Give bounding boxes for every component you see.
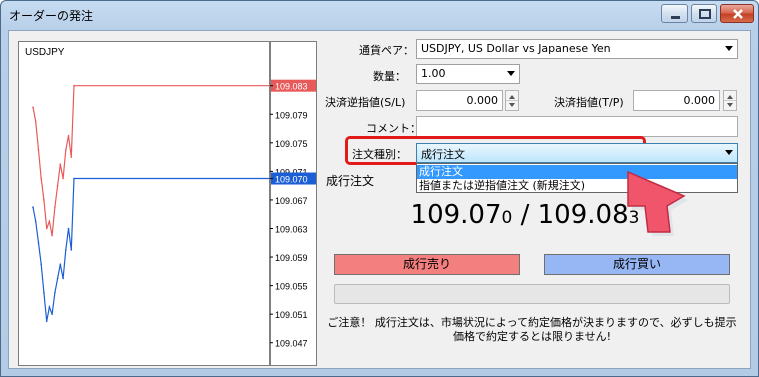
window-title: オーダーの発注 <box>9 9 94 23</box>
tick-label: 109.055 <box>275 282 308 292</box>
tick-chart-svg: USDJPY109.083109.079109.075109.071109.07… <box>25 42 316 365</box>
chevron-down-icon <box>725 150 733 155</box>
tick-label: 109.070 <box>275 175 308 185</box>
ordertype-value: 成行注文 <box>421 148 465 161</box>
data-point <box>59 263 62 265</box>
ordertype-option-market[interactable]: 成行注文 <box>417 165 737 179</box>
tick-chart: USDJPY 109.083 109.079 109.075 109.071 109.07… <box>18 41 317 366</box>
data-point <box>73 177 75 180</box>
volume-label: 数量： <box>373 70 406 83</box>
tp-label: 決済指値(T/P) <box>554 96 624 109</box>
data-point <box>56 184 59 187</box>
close-icon <box>733 9 743 19</box>
close-button[interactable] <box>720 4 754 23</box>
data-point <box>67 134 70 137</box>
data-point <box>62 277 64 280</box>
data-point <box>45 320 48 323</box>
data-point <box>34 120 37 123</box>
maximize-button[interactable] <box>691 4 717 23</box>
chart-symbol-label: USDJPY <box>25 47 65 58</box>
data-point <box>51 234 53 237</box>
tick-label: 109.051 <box>275 310 308 320</box>
data-point <box>73 84 75 87</box>
symbol-value: USDJPY, US Dollar vs Japanese Yen <box>421 42 611 55</box>
notice-line-1: ご注意！ 成行注文は、市場状況によって約定価格が決まりますので、必ずしも提示 <box>327 316 737 329</box>
market-buy-button[interactable]: 成行買い <box>544 254 730 275</box>
data-point <box>43 199 45 201</box>
notice-text: ご注意！ 成行注文は、市場状況によって約定価格が決まりますので、必ずしも提示 価… <box>320 316 744 344</box>
comment-input[interactable] <box>416 116 738 137</box>
data-point <box>65 249 67 251</box>
spin-down-icon <box>727 103 733 107</box>
tick-label: 109.047 <box>275 339 308 349</box>
chevron-down-icon <box>507 71 515 76</box>
series-line-bid <box>32 177 270 322</box>
data-point <box>34 220 37 223</box>
price-separator: / <box>512 200 538 230</box>
data-point <box>32 206 34 208</box>
tick-label: 109.083 <box>275 82 308 92</box>
sl-input[interactable]: 0.000 <box>416 90 503 111</box>
spin-up-icon <box>509 95 515 99</box>
tp-input[interactable]: 0.000 <box>633 90 720 111</box>
ordertype-option-pending[interactable]: 指値または逆指値注文 (新規注文) <box>417 179 737 193</box>
data-point <box>59 163 62 166</box>
data-point <box>54 206 56 208</box>
spin-down-icon <box>509 103 515 107</box>
tick-label: 109.067 <box>275 196 308 206</box>
data-point <box>67 227 70 230</box>
sl-label: 決済逆指値(S/L) <box>325 96 406 109</box>
minimize-button[interactable] <box>661 4 688 23</box>
data-point <box>48 306 51 308</box>
volume-value: 1.00 <box>421 67 446 80</box>
tp-spinner[interactable] <box>723 90 737 111</box>
notice-line-2: 価格で約定するとは限りません! <box>452 330 612 343</box>
data-point <box>70 156 73 158</box>
minimize-icon <box>671 16 680 19</box>
data-point <box>40 177 42 180</box>
data-point <box>43 291 45 294</box>
spin-up-icon <box>727 95 733 99</box>
volume-select[interactable]: 1.00 <box>416 64 520 84</box>
series-line-ask <box>32 85 270 236</box>
tick-label: 109.063 <box>275 224 308 234</box>
tick-label: 109.079 <box>275 110 308 120</box>
ordertype-label: 注文種別： <box>352 148 407 161</box>
data-point <box>40 263 42 265</box>
data-point <box>70 249 73 251</box>
title-bar[interactable]: オーダーの発注 <box>1 1 758 29</box>
data-point <box>32 106 34 108</box>
tick-label: 109.075 <box>275 139 308 149</box>
section-title: 成行注文 <box>326 174 375 188</box>
ordertype-dropdown: 成行注文 指値または逆指値注文 (新規注文) <box>416 163 738 193</box>
chevron-down-icon <box>725 46 733 51</box>
sl-spinner[interactable] <box>505 90 519 111</box>
data-point <box>37 241 40 244</box>
ask-price: 109.083 <box>537 200 640 230</box>
data-point <box>48 220 51 223</box>
status-bar <box>334 284 730 304</box>
data-point <box>65 149 67 151</box>
comment-label: コメント： <box>366 122 421 135</box>
data-point <box>37 149 40 151</box>
quote-display: 109.070 / 109.083 <box>320 200 730 230</box>
bid-price: 109.070 <box>410 200 513 230</box>
tick-label: 109.059 <box>275 253 308 263</box>
data-point <box>54 291 56 294</box>
data-point <box>62 177 64 180</box>
symbol-select[interactable]: USDJPY, US Dollar vs Japanese Yen <box>416 39 738 59</box>
data-point <box>56 277 59 280</box>
symbol-label: 通貨ペア： <box>359 44 414 57</box>
ordertype-select[interactable]: 成行注文 <box>416 143 738 163</box>
data-point <box>51 313 53 315</box>
market-sell-button[interactable]: 成行売り <box>334 254 520 275</box>
data-point <box>45 227 48 230</box>
maximize-icon <box>699 9 711 19</box>
